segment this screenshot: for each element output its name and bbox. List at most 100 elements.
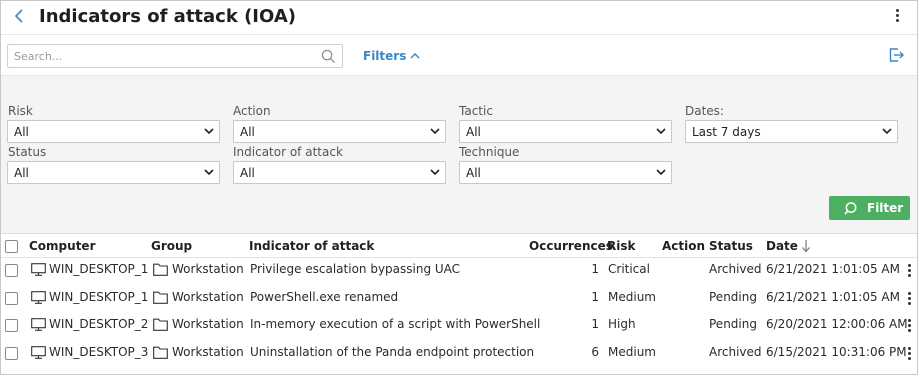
cell-status: Archived	[709, 345, 762, 359]
cell-group: Workstation	[172, 290, 244, 304]
table-row[interactable]: WIN_DESKTOP_3 Workstation Uninstallation…	[1, 339, 917, 367]
table-row[interactable]: WIN_DESKTOP_1 Workstation Privilege esca…	[1, 256, 917, 284]
cell-indicator: PowerShell.exe renamed	[250, 290, 399, 304]
column-occurrences[interactable]: Occurrences	[529, 239, 613, 253]
computer-icon	[31, 346, 46, 359]
column-risk[interactable]: Risk	[607, 239, 635, 253]
dates-label: Dates:	[685, 104, 724, 118]
cell-risk: Medium	[608, 290, 656, 304]
cell-computer: WIN_DESKTOP_1	[49, 290, 149, 304]
cell-date: 6/21/2021 1:01:05 AM	[766, 290, 900, 304]
column-date[interactable]: Date	[766, 239, 798, 253]
cell-indicator: Privilege escalation bypassing UAC	[250, 262, 461, 276]
cell-occurrences: 1	[591, 317, 599, 331]
computer-icon	[31, 291, 46, 304]
table-header: Computer Group Indicator of attack Occur…	[1, 233, 917, 258]
cell-indicator: In-memory execution of a script with Pow…	[250, 317, 541, 331]
cell-computer: WIN_DESKTOP_2	[49, 317, 149, 331]
chevron-down-icon	[656, 169, 666, 176]
indicator-select[interactable]: All	[233, 161, 446, 184]
cell-date: 6/15/2021 10:31:06 PM	[766, 345, 907, 359]
risk-value: All	[14, 125, 29, 139]
tactic-select[interactable]: All	[459, 120, 672, 143]
computer-icon	[31, 318, 46, 331]
action-value: All	[240, 125, 255, 139]
search-icon[interactable]	[321, 49, 336, 64]
cell-group: Workstation	[172, 345, 244, 359]
column-group[interactable]: Group	[151, 239, 192, 253]
cell-group: Workstation	[172, 262, 244, 276]
dates-value: Last 7 days	[692, 125, 761, 139]
action-label: Action	[233, 104, 271, 118]
risk-select[interactable]: All	[7, 120, 220, 143]
folder-icon	[153, 346, 168, 359]
cell-group: Workstation	[172, 317, 244, 331]
cell-date: 6/20/2021 12:00:06 AM	[766, 317, 908, 331]
tactic-label: Tactic	[459, 104, 493, 118]
row-checkbox[interactable]	[5, 264, 18, 277]
chevron-down-icon	[204, 128, 214, 135]
chevron-down-icon	[882, 128, 892, 135]
row-checkbox[interactable]	[5, 292, 18, 305]
export-icon[interactable]	[887, 46, 905, 64]
technique-select[interactable]: All	[459, 161, 672, 184]
row-options-icon[interactable]	[904, 346, 914, 362]
filters-toggle-label: Filters	[363, 49, 407, 63]
computer-icon	[31, 263, 46, 276]
cell-indicator: Uninstallation of the Panda endpoint pro…	[250, 345, 535, 359]
cell-risk: High	[608, 317, 636, 331]
chevron-down-icon	[656, 128, 666, 135]
column-indicator[interactable]: Indicator of attack	[249, 239, 374, 253]
status-value: All	[14, 166, 29, 180]
chevron-down-icon	[204, 169, 214, 176]
cell-computer: WIN_DESKTOP_3	[49, 345, 149, 359]
chevron-down-icon	[430, 169, 440, 176]
chevron-down-icon	[430, 128, 440, 135]
table-row[interactable]: WIN_DESKTOP_2 Workstation In-memory exec…	[1, 311, 917, 339]
more-options-icon[interactable]	[891, 8, 903, 26]
dates-select[interactable]: Last 7 days	[685, 120, 898, 143]
search-icon	[844, 202, 857, 215]
cell-status: Pending	[709, 290, 757, 304]
column-status[interactable]: Status	[709, 239, 753, 253]
folder-icon	[153, 263, 168, 276]
tactic-value: All	[466, 125, 481, 139]
row-options-icon[interactable]	[904, 263, 914, 279]
filter-button-label: Filter	[867, 201, 904, 215]
action-select[interactable]: All	[233, 120, 446, 143]
column-computer[interactable]: Computer	[29, 239, 95, 253]
cell-risk: Medium	[608, 345, 656, 359]
page-header: Indicators of attack (IOA)	[1, 1, 917, 35]
row-options-icon[interactable]	[904, 318, 914, 334]
technique-value: All	[466, 166, 481, 180]
status-label: Status	[8, 145, 47, 159]
page-title: Indicators of attack (IOA)	[39, 6, 296, 27]
cell-date: 6/21/2021 1:01:05 AM	[766, 262, 900, 276]
column-action[interactable]: Action	[662, 239, 705, 253]
sort-down-icon[interactable]	[801, 239, 811, 253]
cell-risk: Critical	[608, 262, 650, 276]
folder-icon	[153, 318, 168, 331]
folder-icon	[153, 291, 168, 304]
select-all-checkbox[interactable]	[5, 240, 18, 253]
risk-label: Risk	[8, 104, 33, 118]
row-checkbox[interactable]	[5, 347, 18, 360]
table-row[interactable]: WIN_DESKTOP_1 Workstation PowerShell.exe…	[1, 284, 917, 312]
cell-status: Archived	[709, 262, 762, 276]
search-box	[7, 44, 343, 68]
technique-label: Technique	[459, 145, 520, 159]
filters-toggle[interactable]: Filters	[363, 49, 420, 63]
cell-occurrences: 1	[591, 290, 599, 304]
row-checkbox[interactable]	[5, 319, 18, 332]
filter-button[interactable]: Filter	[829, 196, 910, 220]
status-select[interactable]: All	[7, 161, 220, 184]
search-input[interactable]	[14, 48, 314, 64]
row-options-icon[interactable]	[904, 291, 914, 307]
back-arrow-icon[interactable]	[13, 7, 29, 27]
cell-status: Pending	[709, 317, 757, 331]
cell-occurrences: 6	[591, 345, 599, 359]
ioa-window: Indicators of attack (IOA) Filters Risk …	[0, 0, 918, 375]
indicator-label: Indicator of attack	[233, 145, 343, 159]
cell-computer: WIN_DESKTOP_1	[49, 262, 149, 276]
chevron-up-icon	[410, 49, 420, 63]
